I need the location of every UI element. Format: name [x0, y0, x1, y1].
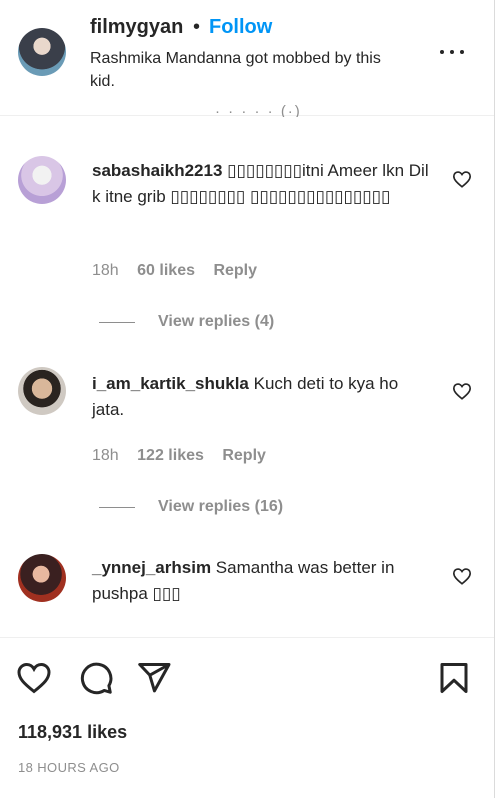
view-replies-line — [99, 507, 135, 508]
view-replies-button[interactable]: View replies (16) — [158, 498, 283, 516]
post-time-ago[interactable]: 18 HOURS AGO — [18, 760, 120, 775]
send-icon[interactable] — [136, 660, 172, 696]
divider — [0, 637, 494, 638]
post-header: filmygyan • Follow Rashmika Mandanna got… — [0, 0, 494, 116]
author-avatar[interactable] — [18, 28, 66, 76]
comment-avatar[interactable] — [18, 156, 66, 204]
author-username[interactable]: filmygyan — [90, 16, 183, 39]
bookmark-icon[interactable] — [436, 660, 472, 696]
comment-likes[interactable]: 122 likes — [137, 447, 204, 465]
comment-username[interactable]: _ynnej_arhsim — [92, 558, 211, 577]
comment-like-icon[interactable] — [452, 567, 472, 585]
comment-like-icon[interactable] — [452, 382, 472, 400]
comment-avatar[interactable] — [18, 367, 66, 415]
reply-button[interactable]: Reply — [213, 262, 257, 280]
comment-time: 18h — [92, 262, 119, 279]
view-replies-button[interactable]: View replies (4) — [158, 313, 274, 331]
comment-username[interactable]: i_am_kartik_shukla — [92, 374, 249, 393]
comment-body: _ynnej_arhsim Samantha was better in pus… — [92, 555, 432, 607]
more-options-icon[interactable] — [438, 41, 466, 63]
comment-like-icon[interactable] — [452, 170, 472, 188]
panel-border — [494, 0, 495, 798]
comment-meta: 18h 122 likes Reply — [92, 447, 280, 465]
comment-body: i_am_kartik_shukla Kuch deti to kya ho j… — [92, 371, 432, 423]
post-caption: Rashmika Mandanna got mobbed by this kid… — [90, 50, 381, 90]
clipped-comment-text: · · · · · (·) — [215, 103, 302, 117]
comment-icon[interactable] — [78, 660, 114, 696]
header-separator-dot: • — [193, 16, 201, 38]
comment-body: sabashaikh2213 ▯▯▯▯▯▯▯▯itni Ameer lkn Di… — [92, 158, 432, 210]
likes-count[interactable]: 118,931 likes — [18, 722, 127, 743]
comment-meta: 18h 60 likes Reply — [92, 262, 271, 280]
view-replies-line — [99, 322, 135, 323]
comment-avatar[interactable] — [18, 554, 66, 602]
comment-likes[interactable]: 60 likes — [137, 262, 195, 280]
reply-button[interactable]: Reply — [222, 447, 266, 465]
comment-username[interactable]: sabashaikh2213 — [92, 161, 222, 180]
comment-time: 18h — [92, 447, 119, 464]
heart-icon[interactable] — [16, 660, 52, 696]
follow-button[interactable]: Follow — [209, 16, 272, 39]
